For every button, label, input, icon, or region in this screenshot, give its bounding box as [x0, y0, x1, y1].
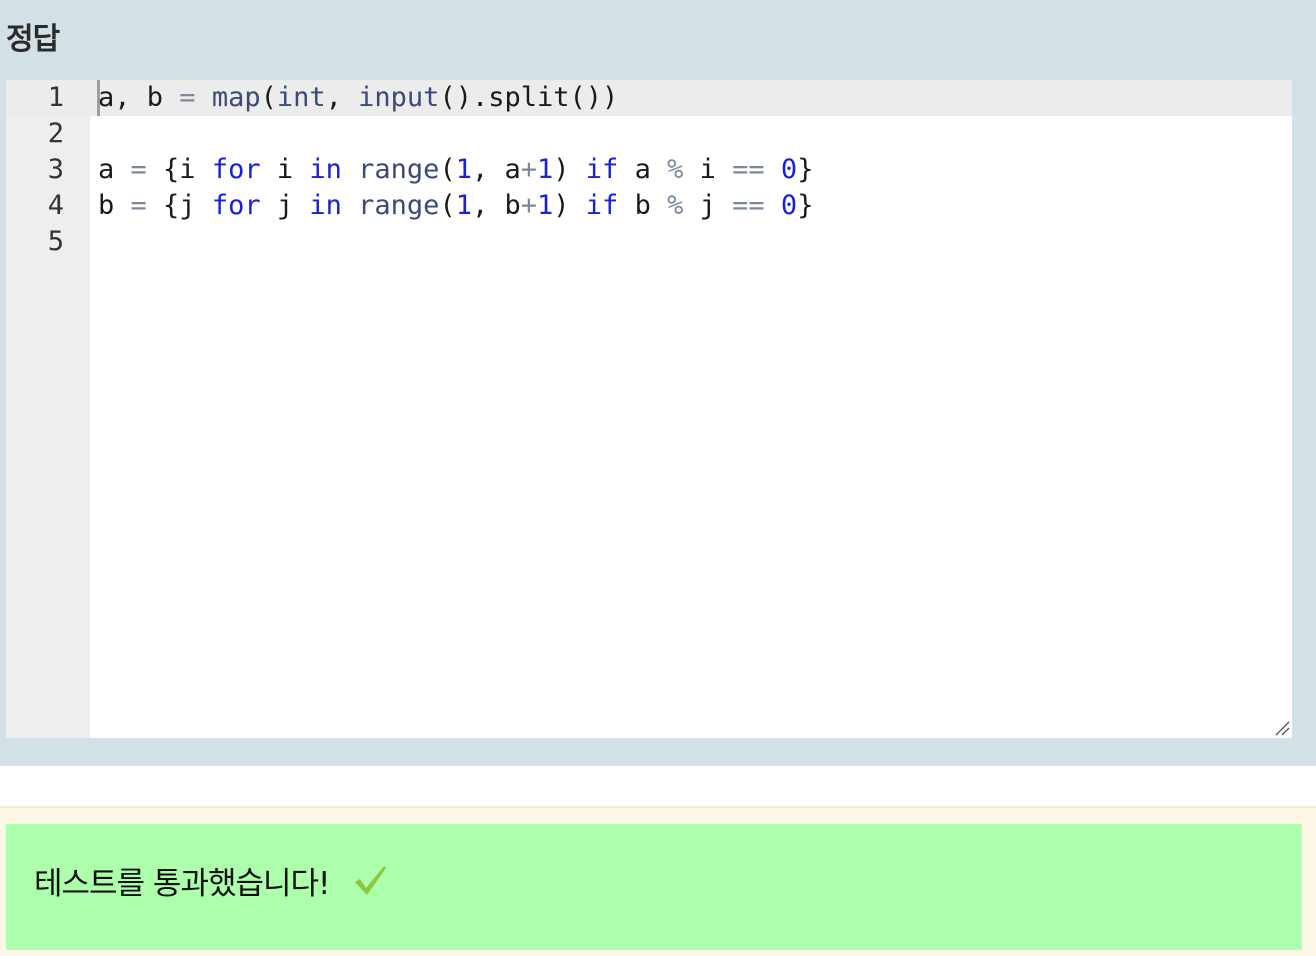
code-token: )	[553, 154, 586, 185]
code-line[interactable]: 1 a, b = map(int, input().split())	[6, 80, 1292, 116]
code-token: 1	[537, 190, 554, 221]
code-token: b	[98, 190, 131, 221]
code-token: %	[667, 190, 684, 221]
code-token: i	[260, 154, 310, 185]
code-token: , a	[471, 154, 521, 185]
code-token: a	[618, 154, 668, 185]
code-token: range	[358, 190, 440, 221]
code-token: map	[211, 82, 261, 113]
answer-section: 정답 1 a, b = map(int, input().split()) 2 3 a …	[0, 0, 1316, 766]
answer-title: 정답	[6, 22, 60, 57]
code-token: if	[585, 154, 619, 185]
code-token: %	[667, 154, 684, 185]
code-token: in	[309, 154, 342, 185]
code-token: int	[276, 82, 326, 113]
line-code: a = {i for i in range(1, a+1) if a % i =…	[98, 152, 813, 188]
code-token: (	[439, 190, 456, 221]
test-result-message: 테스트를 통과했습니다!	[34, 866, 330, 902]
code-token: 1	[537, 154, 554, 185]
code-token: b	[618, 190, 668, 221]
code-token: in	[309, 190, 342, 221]
code-line[interactable]: 3a = {i for i in range(1, a+1) if a % i …	[6, 152, 1292, 188]
code-token: =	[179, 82, 196, 113]
line-number: 4	[47, 190, 64, 221]
code-token: =	[130, 154, 147, 185]
code-token: {j	[146, 190, 212, 221]
code-token: a, b	[98, 82, 180, 113]
code-token: input	[358, 82, 440, 113]
line-number: 3	[47, 154, 64, 185]
code-token: }	[797, 190, 814, 221]
code-token: )	[553, 190, 586, 221]
code-token: }	[797, 154, 814, 185]
code-token: j	[683, 190, 733, 221]
code-line[interactable]: 5	[6, 224, 1292, 260]
code-token: , b	[471, 190, 521, 221]
code-token: ,	[325, 82, 359, 113]
code-token: ==	[732, 190, 765, 221]
line-number: 1	[47, 82, 64, 113]
code-line[interactable]: 4b = {j for j in range(1, b+1) if b % j …	[6, 188, 1292, 224]
code-token: 1	[455, 190, 472, 221]
code-token: +	[520, 154, 538, 185]
code-token: for	[211, 190, 261, 221]
code-token: j	[260, 190, 310, 221]
code-token: (	[439, 154, 456, 185]
line-code: b = {j for j in range(1, b+1) if b % j =…	[98, 188, 813, 224]
code-token: +	[520, 190, 538, 221]
code-token: =	[130, 190, 147, 221]
line-code: a, b = map(int, input().split())	[98, 80, 618, 116]
test-result-box: 테스트를 통과했습니다!	[6, 824, 1302, 950]
code-editor[interactable]: 1 a, b = map(int, input().split()) 2 3 a = {…	[6, 80, 1292, 738]
code-line[interactable]: 2	[6, 116, 1292, 152]
code-token: {i	[146, 154, 212, 185]
code-token: i	[683, 154, 733, 185]
code-token: ().split())	[439, 82, 619, 113]
code-token: if	[585, 190, 619, 221]
result-divider	[0, 806, 1316, 808]
code-token: range	[358, 154, 440, 185]
line-number: 5	[47, 226, 64, 257]
code-token: ==	[732, 154, 765, 185]
code-token: for	[211, 154, 261, 185]
code-token: (	[260, 82, 277, 113]
code-token: a	[98, 154, 131, 185]
resize-handle-icon[interactable]	[1274, 720, 1290, 736]
code-token: 0	[780, 154, 798, 185]
line-number: 2	[47, 118, 64, 149]
code-token: 0	[780, 190, 798, 221]
code-lines[interactable]: 1 a, b = map(int, input().split()) 2 3 a = {…	[6, 80, 1292, 260]
code-token: 1	[455, 154, 472, 185]
check-icon	[355, 866, 386, 895]
